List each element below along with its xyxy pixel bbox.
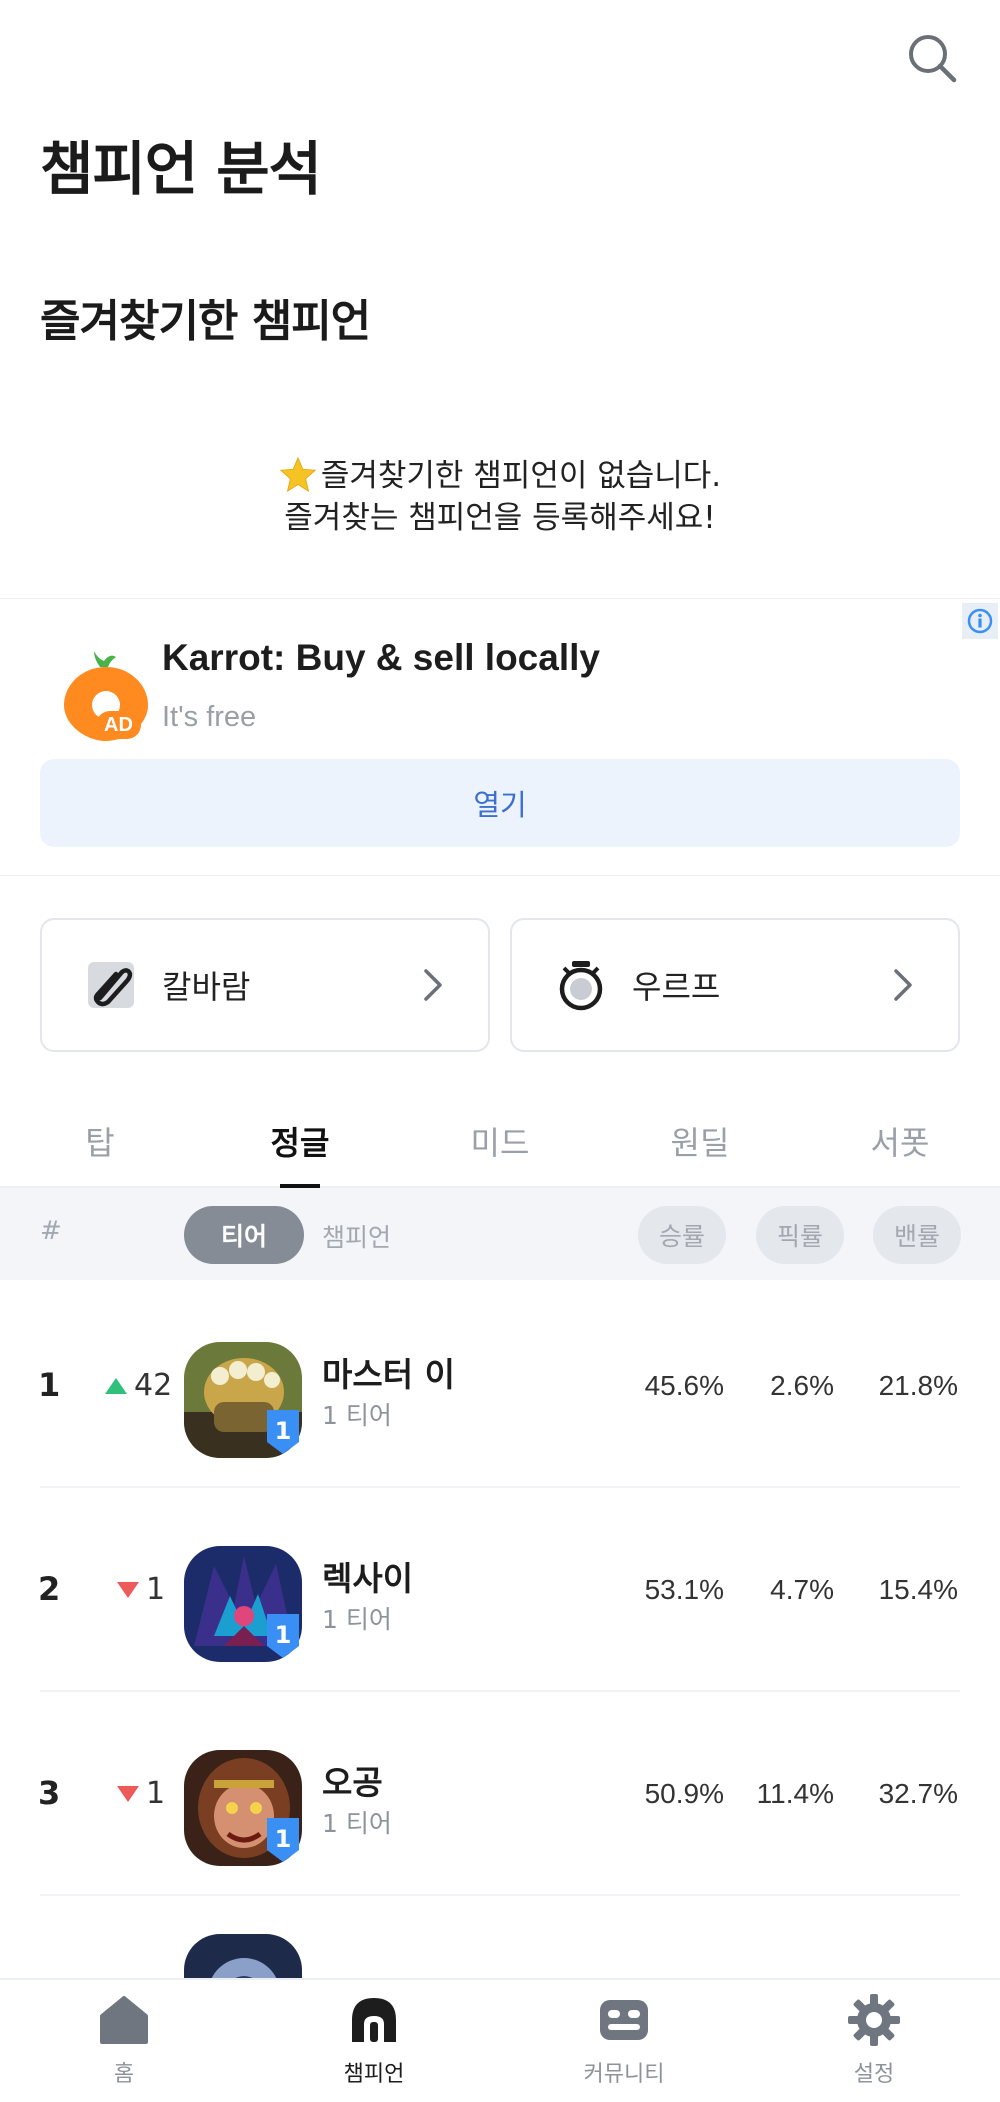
chevron-right-icon bbox=[894, 969, 912, 1001]
ad-open-button[interactable]: 열기 bbox=[40, 759, 960, 847]
rank-change-value: 42 bbox=[134, 1368, 173, 1403]
favorites-empty-line1: 즐겨찾기한 챔피언이 없습니다. bbox=[320, 458, 722, 494]
trend-down-icon bbox=[117, 1581, 139, 1598]
pickrate-value: 4.7% bbox=[770, 1574, 834, 1605]
champion-name: 마스터 이 bbox=[322, 1355, 455, 1394]
tier-badge-icon: 1 bbox=[267, 1614, 299, 1658]
ad-banner[interactable]: AD Karrot: Buy & sell locally It's free … bbox=[0, 598, 1000, 876]
rank-change-value: 1 bbox=[146, 1776, 166, 1811]
search-icon bbox=[909, 35, 957, 83]
champion-portrait bbox=[184, 1934, 302, 1978]
ad-badge: AD bbox=[96, 711, 141, 739]
nav-home-label: 홈 bbox=[113, 2062, 135, 2087]
mode-card-label: 칼바람 bbox=[162, 968, 251, 1006]
ad-subtitle: It's free bbox=[162, 701, 257, 733]
banrate-value: 32.7% bbox=[878, 1778, 958, 1809]
nav-home[interactable]: 홈 bbox=[44, 1994, 204, 2088]
tab-mid[interactable]: 미드 bbox=[400, 1118, 600, 1164]
ad-info-button[interactable] bbox=[962, 603, 998, 639]
sort-pickrate-button[interactable]: 픽률 bbox=[756, 1206, 844, 1264]
tab-jungle[interactable]: 정글 bbox=[200, 1118, 400, 1164]
tier-badge-number: 1 bbox=[275, 1621, 292, 1649]
tier-badge-number: 1 bbox=[275, 1825, 292, 1853]
nav-community-label: 커뮤니티 bbox=[583, 2062, 665, 2087]
star-icon bbox=[279, 456, 317, 493]
table-row[interactable]: 3 1 1 오공 1 티어 50.9% 11.4% 32.7% bbox=[0, 1692, 1000, 1896]
tab-adc[interactable]: 원딜 bbox=[600, 1118, 800, 1164]
sort-tier-button[interactable]: 티어 bbox=[184, 1206, 304, 1264]
favorites-title: 즐겨찾기한 챔피언 bbox=[40, 296, 371, 347]
banrate-value: 21.8% bbox=[878, 1370, 958, 1401]
trend-down-icon bbox=[117, 1785, 139, 1802]
table-header: # 티어 챔피언 승률 픽률 밴률 bbox=[0, 1188, 1000, 1280]
table-row[interactable]: 1 42 1 마스터 이 1 티어 45.6% 2.6% 21.8% bbox=[0, 1284, 1000, 1488]
rank-change: 42 bbox=[104, 1368, 172, 1403]
tier-badge-number: 1 bbox=[275, 1417, 292, 1445]
nav-settings[interactable]: 설정 bbox=[794, 1994, 954, 2088]
nav-champion[interactable]: 챔피언 bbox=[294, 1994, 454, 2088]
aram-icon bbox=[88, 962, 134, 1008]
info-icon bbox=[967, 608, 993, 634]
rank-column-header: # bbox=[40, 1216, 62, 1246]
community-icon bbox=[600, 2000, 648, 2040]
mode-card-label: 우르프 bbox=[632, 968, 721, 1006]
pickrate-value: 2.6% bbox=[770, 1370, 834, 1401]
winrate-value: 50.9% bbox=[644, 1778, 724, 1809]
chevron-right-icon bbox=[424, 969, 442, 1001]
champion-tier: 1 티어 bbox=[322, 1809, 392, 1838]
tier-badge-icon: 1 bbox=[267, 1410, 299, 1454]
table-row-partial[interactable] bbox=[0, 1896, 1000, 1978]
page-title: 챔피언 분석 bbox=[40, 135, 322, 203]
banrate-value: 15.4% bbox=[878, 1574, 958, 1605]
sort-winrate-button[interactable]: 승률 bbox=[638, 1206, 726, 1264]
champion-name: 오공 bbox=[322, 1763, 383, 1802]
rank-number: 3 bbox=[38, 1774, 61, 1812]
champion-icon bbox=[352, 1998, 396, 2042]
champion-name: 렉사이 bbox=[322, 1559, 414, 1598]
urf-icon bbox=[559, 961, 603, 1011]
bottom-navigation: 홈 챔피언 커뮤니티 설정 bbox=[0, 1978, 1000, 2102]
search-button[interactable] bbox=[906, 32, 958, 84]
rank-number: 2 bbox=[38, 1570, 61, 1608]
ad-headline[interactable]: Karrot: Buy & sell locally bbox=[162, 637, 600, 679]
tab-top[interactable]: 탑 bbox=[0, 1118, 200, 1164]
nav-champion-label: 챔피언 bbox=[343, 2062, 405, 2087]
favorites-empty-message: 즐겨찾기한 챔피언이 없습니다. 즐겨찾는 챔피언을 등록해주세요! bbox=[0, 455, 1000, 539]
winrate-value: 45.6% bbox=[644, 1370, 724, 1401]
settings-icon bbox=[848, 1994, 900, 2046]
nav-community[interactable]: 커뮤니티 bbox=[544, 1994, 704, 2088]
winrate-value: 53.1% bbox=[644, 1574, 724, 1605]
rank-change: 1 bbox=[116, 1776, 165, 1811]
trend-up-icon bbox=[105, 1377, 127, 1394]
rank-change: 1 bbox=[116, 1572, 165, 1607]
rank-change-value: 1 bbox=[146, 1572, 166, 1607]
tier-badge-icon: 1 bbox=[267, 1818, 299, 1862]
champion-tier: 1 티어 bbox=[322, 1605, 392, 1634]
pickrate-value: 11.4% bbox=[756, 1778, 834, 1809]
home-icon bbox=[100, 1996, 148, 2044]
position-tabs: 탑 정글 미드 원딜 서폿 bbox=[0, 1108, 1000, 1189]
tab-support[interactable]: 서폿 bbox=[800, 1118, 1000, 1164]
champion-tier: 1 티어 bbox=[322, 1401, 392, 1430]
sort-banrate-button[interactable]: 밴률 bbox=[873, 1206, 961, 1264]
favorites-empty-line2: 즐겨찾는 챔피언을 등록해주세요! bbox=[284, 500, 716, 536]
mode-card-urf[interactable]: 우르프 bbox=[510, 918, 960, 1052]
table-row[interactable]: 2 1 1 렉사이 1 티어 53.1% 4.7% 15.4% bbox=[0, 1488, 1000, 1692]
champion-column-header[interactable]: 챔피언 bbox=[322, 1218, 391, 1254]
mode-card-aram[interactable]: 칼바람 bbox=[40, 918, 490, 1052]
nav-settings-label: 설정 bbox=[853, 2062, 895, 2087]
rank-number: 1 bbox=[38, 1366, 61, 1404]
